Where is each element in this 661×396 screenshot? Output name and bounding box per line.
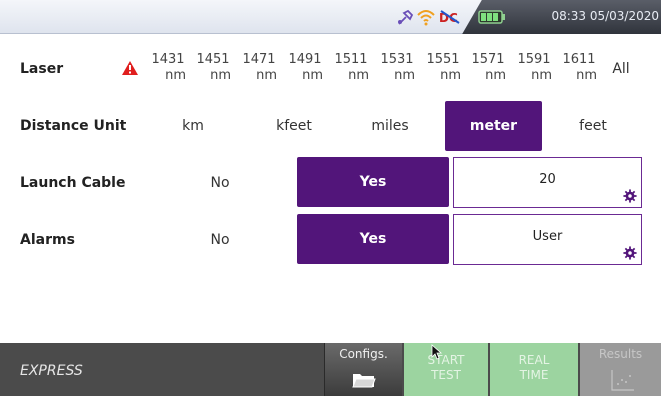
battery-icon — [478, 10, 505, 24]
alarms-value: User — [532, 229, 563, 244]
wavelength-value: 1491 — [288, 52, 322, 67]
warning-icon — [122, 61, 138, 75]
wavelength-unit: nm — [440, 68, 461, 83]
wavelength-value: 1511 — [334, 52, 368, 67]
chart-icon — [611, 370, 634, 391]
wavelength-value: 1571 — [471, 52, 505, 67]
distance-feet-option[interactable]: feet — [563, 118, 623, 134]
laser-1471-option[interactable]: 1471 nm — [237, 52, 281, 84]
wavelength-value: 1611 — [562, 52, 596, 67]
launch-cable-label: Launch Cable — [20, 175, 126, 191]
wavelength-value: 1551 — [426, 52, 460, 67]
alarms-yes-option[interactable]: Yes — [297, 214, 449, 264]
mode-label: EXPRESS — [20, 363, 83, 379]
svg-text:DC: DC — [439, 11, 458, 25]
wavelength-value: 1431 — [151, 52, 185, 67]
real-time-button[interactable]: REAL TIME — [490, 343, 578, 396]
launch-cable-no-option[interactable]: No — [195, 175, 245, 191]
gear-icon[interactable] — [623, 246, 637, 260]
laser-label: Laser — [20, 61, 64, 77]
laser-1611-option[interactable]: 1611 nm — [557, 52, 601, 84]
real-label-line2: TIME — [519, 368, 549, 382]
mouse-cursor-icon — [431, 344, 443, 360]
launch-cable-yes-option[interactable]: Yes — [297, 157, 449, 207]
wavelength-value: 1471 — [242, 52, 276, 67]
launch-cable-value: 20 — [539, 172, 556, 187]
laser-1531-option[interactable]: 1531 nm — [375, 52, 419, 84]
wavelength-unit: nm — [485, 68, 506, 83]
tools-icon[interactable] — [396, 9, 414, 27]
laser-all-option[interactable]: All — [606, 61, 636, 77]
clock: 08:33 05/03/2020 — [551, 9, 659, 23]
configs-label: Configs. — [339, 347, 388, 361]
distance-miles-option[interactable]: miles — [360, 118, 420, 134]
laser-1451-option[interactable]: 1451 nm — [191, 52, 235, 84]
power-ac-icon: DC — [439, 10, 460, 25]
start-label-line1: START — [427, 353, 465, 367]
wavelength-unit: nm — [394, 68, 415, 83]
distance-kfeet-option[interactable]: kfeet — [264, 118, 324, 134]
folder-icon — [352, 374, 376, 388]
laser-1491-option[interactable]: 1491 nm — [283, 52, 327, 84]
wavelength-unit: nm — [210, 68, 231, 83]
launch-cable-value-field[interactable]: 20 — [453, 157, 642, 208]
distance-km-option[interactable]: km — [168, 118, 218, 134]
alarms-label: Alarms — [20, 232, 75, 248]
wavelength-value: 1531 — [380, 52, 414, 67]
wavelength-unit: nm — [256, 68, 277, 83]
laser-1571-option[interactable]: 1571 nm — [466, 52, 510, 84]
alarms-no-option[interactable]: No — [195, 232, 245, 248]
wifi-icon[interactable] — [416, 8, 436, 26]
wavelength-value: 1591 — [517, 52, 551, 67]
start-label-line2: TEST — [431, 368, 461, 382]
wavelength-unit: nm — [576, 68, 597, 83]
start-test-button[interactable]: START TEST — [404, 343, 488, 396]
results-label: Results — [598, 347, 643, 361]
distance-meter-option[interactable]: meter — [445, 101, 542, 151]
gear-icon[interactable] — [623, 189, 637, 203]
distance-unit-label: Distance Unit — [20, 118, 127, 134]
wavelength-value: 1451 — [196, 52, 230, 67]
alarms-value-field[interactable]: User — [453, 214, 642, 265]
laser-1591-option[interactable]: 1591 nm — [512, 52, 556, 84]
wavelength-unit: nm — [165, 68, 186, 83]
results-button[interactable]: Results — [580, 343, 661, 396]
laser-1431-option[interactable]: 1431 nm — [146, 52, 190, 84]
wavelength-unit: nm — [531, 68, 552, 83]
wavelength-unit: nm — [348, 68, 369, 83]
laser-1551-option[interactable]: 1551 nm — [421, 52, 465, 84]
configs-button[interactable]: Configs. — [324, 343, 402, 396]
wavelength-unit: nm — [302, 68, 323, 83]
laser-1511-option[interactable]: 1511 nm — [329, 52, 373, 84]
real-label-line1: REAL — [518, 353, 550, 367]
